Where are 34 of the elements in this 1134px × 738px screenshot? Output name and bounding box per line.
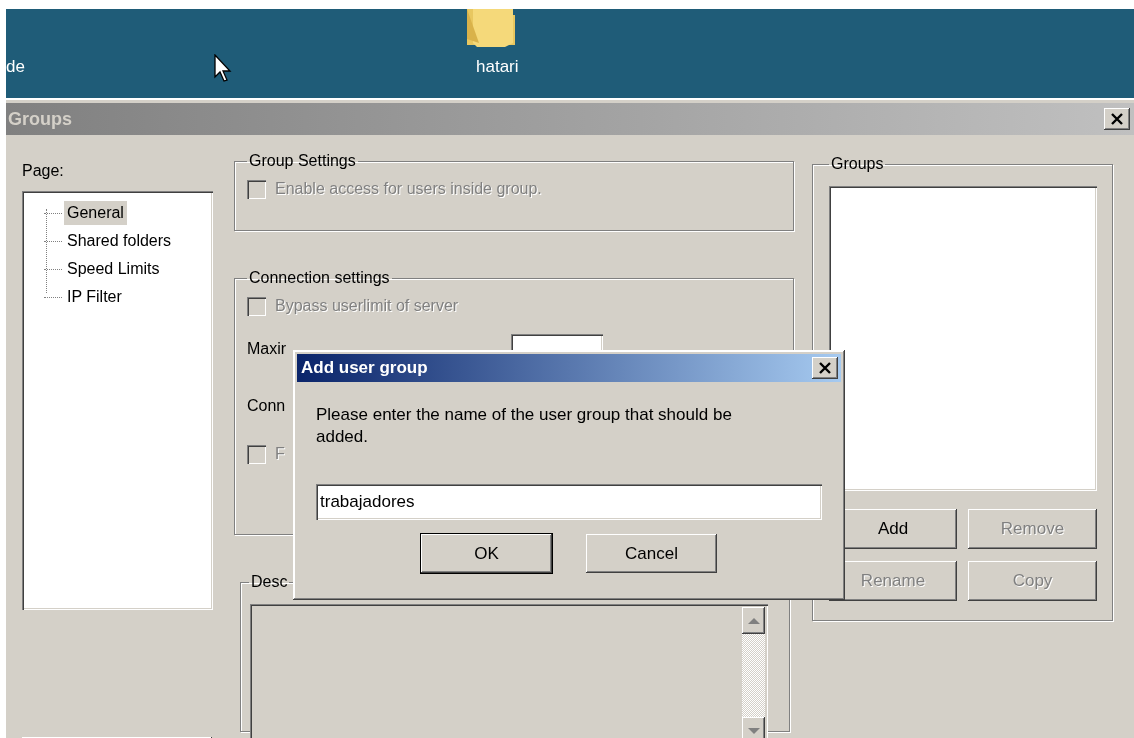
window-title: Groups [8,107,72,131]
tree-item[interactable]: IP Filter [64,285,125,309]
group-title: Desc [250,572,289,592]
close-icon [818,362,832,374]
icon-label[interactable]: hatari [476,57,519,77]
checkbox-label: Enable access for users inside group. [275,179,542,199]
icon-label[interactable]: de [6,57,25,77]
cursor-icon [214,54,232,83]
close-button[interactable] [812,357,838,379]
folder-icon [465,9,517,47]
checkbox-label: F [275,444,285,464]
group-title: Groups [830,154,885,174]
up-arrow-icon [747,617,760,624]
field-label: Maxir [247,339,288,359]
down-arrow-icon [747,727,760,734]
close-button[interactable] [1104,108,1130,130]
scroll-up-button[interactable] [742,607,765,634]
close-icon [1110,113,1124,125]
dialog-button[interactable]: OK [421,534,552,573]
dialog-button[interactable]: Cancel [586,534,717,573]
page-label: Page: [22,161,65,181]
scrollbar[interactable] [742,607,765,738]
tree-item[interactable]: Speed Limits [64,257,163,281]
group-name-field[interactable]: trabajadores [316,484,822,520]
field-label: Conn [247,396,286,416]
group-title: Group Settings [248,151,357,171]
tree-item[interactable]: General [64,201,127,225]
tree-item[interactable]: Shared folders [64,229,175,253]
description-field[interactable] [250,604,768,738]
scroll-down-button[interactable] [742,717,765,738]
checkbox-label: Bypass userlimit of server [275,296,459,316]
group-title: Connection settings [248,268,391,288]
dialog-message: Please enter the name of the user group that should be added. [316,404,733,448]
dialog-title: Add user group [301,357,428,380]
